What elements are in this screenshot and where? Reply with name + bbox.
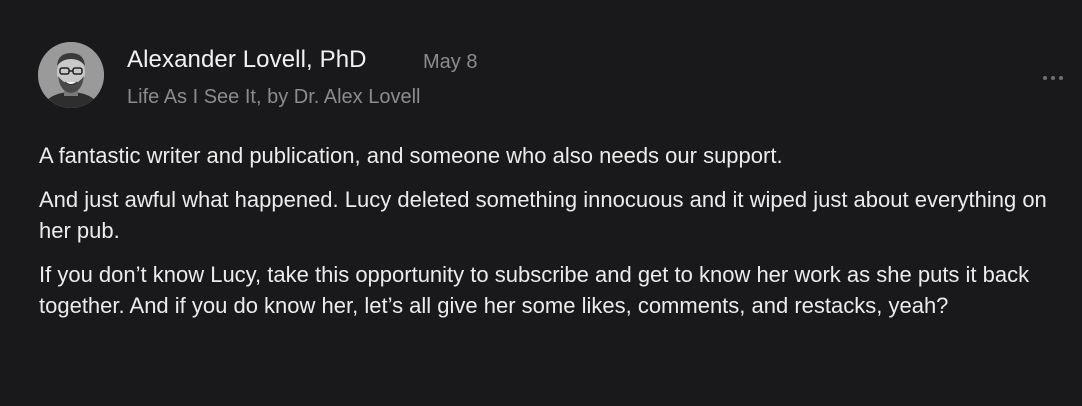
ellipsis-icon	[1043, 76, 1047, 80]
note-paragraph: A fantastic writer and publication, and …	[39, 143, 783, 168]
note-body: A fantastic writer and publication, and …	[39, 140, 1049, 334]
ellipsis-icon	[1059, 76, 1063, 80]
more-options-button[interactable]	[1038, 66, 1068, 90]
post-date[interactable]: May 8	[423, 51, 477, 74]
note-card: Alexander Lovell, PhD May 8 Life As I Se…	[0, 0, 1082, 406]
author-avatar[interactable]	[38, 42, 104, 108]
publication-name[interactable]: Life As I See It, by Dr. Alex Lovell	[127, 86, 421, 109]
avatar-photo-icon	[38, 42, 104, 108]
note-paragraph: And just awful what happened. Lucy delet…	[39, 187, 1047, 243]
ellipsis-icon	[1051, 76, 1055, 80]
author-name[interactable]: Alexander Lovell, PhD	[127, 46, 367, 74]
note-paragraph: If you don’t know Lucy, take this opport…	[39, 262, 1030, 318]
